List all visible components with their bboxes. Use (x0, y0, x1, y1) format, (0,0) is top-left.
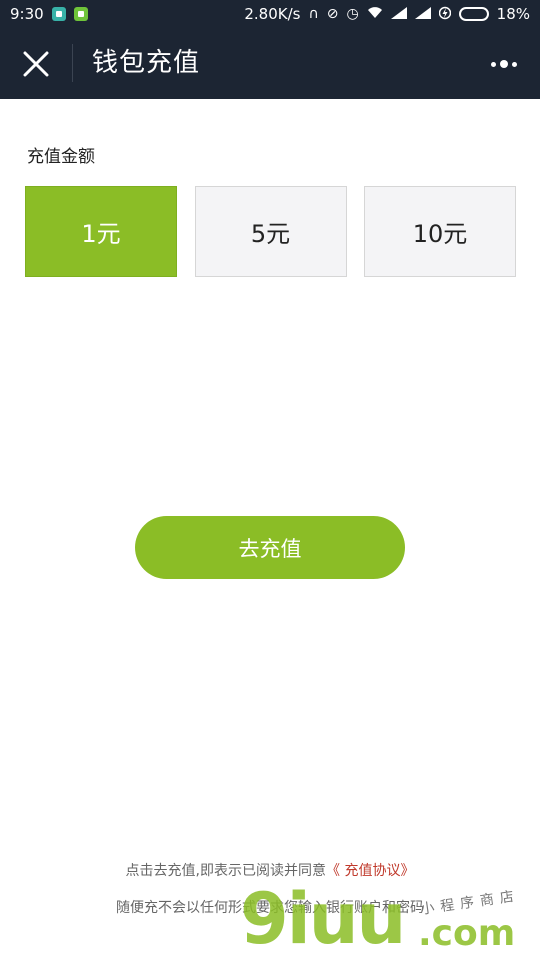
signal-icon (414, 6, 431, 22)
close-button[interactable] (14, 42, 58, 86)
network-speed: 2.80K/s (244, 5, 301, 23)
status-left: 9:30 (10, 5, 88, 23)
phone-app-icon (73, 7, 88, 21)
agreement-prefix: 点击去充值,即表示已阅读并同意 (125, 863, 326, 879)
status-time: 9:30 (10, 5, 44, 23)
mute-icon: ⊘ (326, 6, 339, 22)
alarm-icon: ◷ (346, 6, 359, 22)
battery-icon (458, 7, 489, 21)
shield-app-icon (51, 7, 66, 21)
close-icon (23, 51, 49, 77)
page-title: 钱包充值 (92, 48, 201, 78)
status-bar: 9:30 2.80K/s ∩ ⊘ ◷ 18% (0, 0, 540, 28)
agreement-line: 点击去充值,即表示已阅读并同意《 充值协议》 (0, 860, 540, 880)
recharge-button[interactable]: 去充值 (135, 516, 405, 579)
amount-option-1[interactable]: 1元 (25, 186, 177, 277)
watermark-suffix: .com (418, 913, 516, 954)
agreement-link[interactable]: 《 充值协议》 (326, 863, 414, 879)
section-label-amount: 充值金额 (27, 147, 95, 167)
watermark-main: 9iuu (240, 878, 406, 960)
title-bar: 钱包充值 (0, 28, 540, 99)
signal-icon (390, 6, 407, 22)
amount-option-5[interactable]: 5元 (194, 186, 347, 277)
wifi-icon (367, 6, 383, 22)
more-dots-icon (500, 60, 508, 68)
more-dots-icon (491, 61, 496, 67)
amount-option-10[interactable]: 10元 (364, 186, 516, 277)
charging-icon (438, 6, 451, 23)
headphones-icon: ∩ (308, 6, 319, 22)
title-divider (72, 44, 73, 82)
watermark: 9iuu .com 小程序商店 (240, 880, 540, 960)
status-right: 2.80K/s ∩ ⊘ ◷ 18% (244, 5, 530, 23)
battery-percent: 18% (496, 5, 530, 23)
amount-options: 1元 5元 10元 (25, 186, 516, 277)
more-button[interactable] (482, 42, 526, 86)
more-dots-icon (512, 61, 517, 67)
safety-notice: 随便充不会以任何形式要求您输入银行账户和密码 (116, 900, 424, 916)
